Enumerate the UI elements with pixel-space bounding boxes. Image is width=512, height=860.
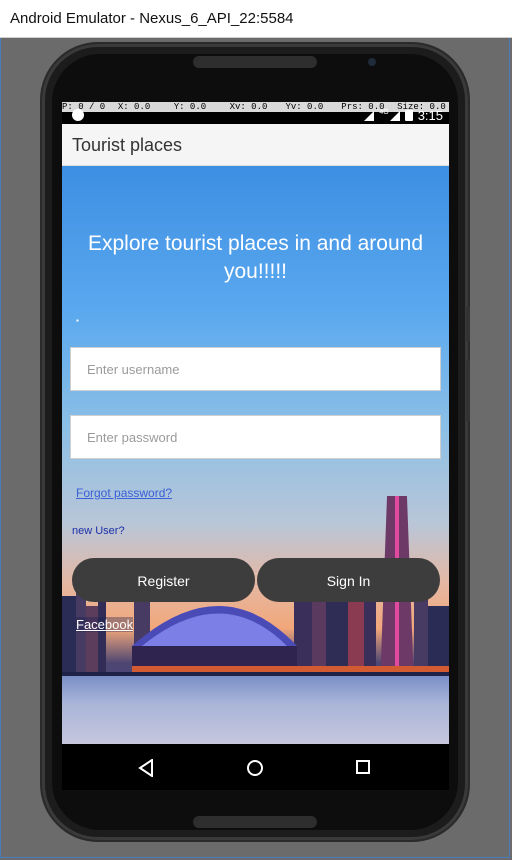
signal-icon [364, 110, 375, 121]
pointer-y: Y: 0.0 [173, 102, 207, 112]
recents-icon[interactable] [355, 759, 371, 775]
login-screen: Explore tourist places in and around you… [62, 166, 449, 744]
status-time: 3:15 [417, 108, 443, 123]
bottom-speaker [193, 816, 317, 828]
pointer-x: X: 0.0 [117, 102, 151, 112]
top-speaker [193, 56, 317, 68]
home-icon[interactable] [246, 759, 264, 777]
emulator-titlebar: Android Emulator - Nexus_6_API_22:5584 [0, 0, 512, 38]
nav-bar [62, 744, 449, 790]
sign-in-button[interactable]: Sign In [257, 558, 440, 602]
headline: Explore tourist places in and around you… [87, 232, 424, 283]
volume-button[interactable] [466, 360, 470, 422]
app-bar: Tourist places [62, 124, 449, 166]
window-title: Android Emulator - Nexus_6_API_22:5584 [10, 10, 294, 27]
power-button[interactable] [466, 306, 470, 342]
pointer-xv: Xv: 0.0 [229, 102, 268, 112]
device-screen: P: 0 / 0 X: 0.0 Y: 0.0 Xv: 0.0 Yv: 0.0 P… [62, 102, 449, 790]
app-title: Tourist places [72, 135, 183, 155]
lake-water [62, 676, 449, 744]
username-input[interactable] [70, 347, 441, 391]
cell-signal-icon [389, 110, 400, 121]
status-bar: P: 0 / 0 X: 0.0 Y: 0.0 Xv: 0.0 Yv: 0.0 P… [62, 102, 449, 124]
facebook-link[interactable]: Facebook [76, 617, 134, 632]
register-button[interactable]: Register [72, 558, 255, 602]
android-notification-icon [72, 109, 84, 121]
back-icon[interactable] [138, 759, 154, 777]
network-type: 4G [379, 109, 389, 116]
pointer-p: P: 0 / 0 [62, 102, 106, 112]
front-camera-icon [368, 58, 376, 66]
status-icons: 4G 3:15 [364, 108, 443, 123]
password-input[interactable] [70, 415, 441, 459]
battery-icon [404, 110, 413, 121]
forgot-password-link[interactable]: Forgot password? [76, 486, 172, 500]
pointer-yv: Yv: 0.0 [285, 102, 324, 112]
small-dot: ▪ [76, 316, 79, 325]
new-user-label: new User? [72, 525, 125, 537]
